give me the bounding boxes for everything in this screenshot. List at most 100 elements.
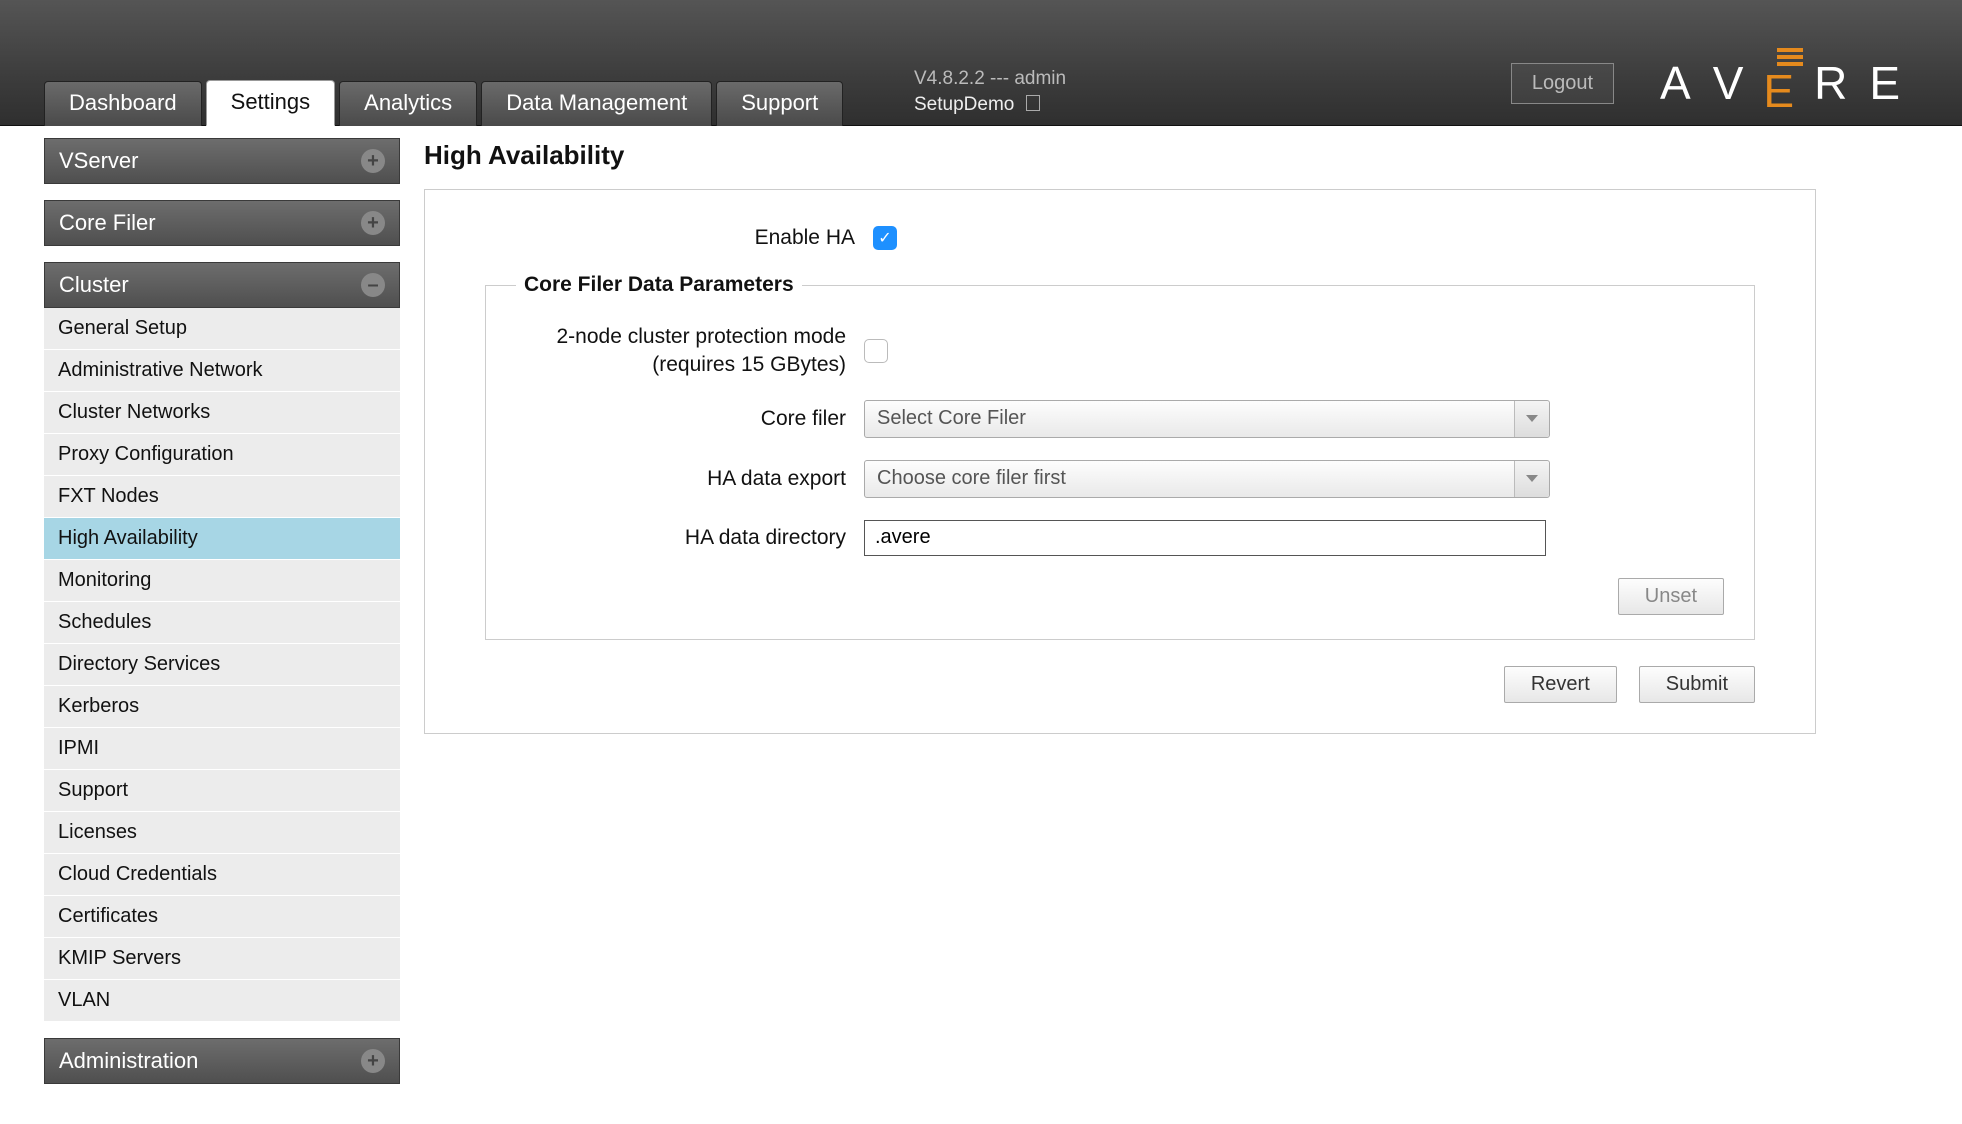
sidebar-item-label: Monitoring (58, 569, 151, 591)
button-label: Submit (1666, 673, 1728, 695)
brand-letter: E (1763, 64, 1816, 118)
sidebar-item-label: General Setup (58, 317, 187, 339)
core-filer-select[interactable]: Select Core Filer (864, 400, 1550, 438)
plus-icon: + (361, 211, 385, 235)
fieldset-legend: Core Filer Data Parameters (516, 273, 802, 297)
tab-support[interactable]: Support (716, 81, 843, 126)
header-cluster-name-line: SetupDemo (914, 92, 1066, 119)
row-enable-ha: Enable HA ✓ (485, 224, 1755, 251)
ha-export-label: HA data export (516, 465, 864, 492)
sidebar-item-fxt-nodes[interactable]: FXT Nodes (44, 476, 400, 518)
select-value: Select Core Filer (877, 407, 1026, 430)
sidebar-item-label: Proxy Configuration (58, 443, 234, 465)
tab-analytics[interactable]: Analytics (339, 81, 477, 126)
sidebar-item-proxy-configuration[interactable]: Proxy Configuration (44, 434, 400, 476)
sidebar-item-general-setup[interactable]: General Setup (44, 308, 400, 350)
sidebar-item-label: IPMI (58, 737, 99, 759)
app-header: Dashboard Settings Analytics Data Manage… (0, 0, 1962, 126)
tab-dashboard[interactable]: Dashboard (44, 81, 202, 126)
row-ha-data-directory: HA data directory (516, 520, 1724, 556)
sidebar-item-directory-services[interactable]: Directory Services (44, 644, 400, 686)
sidebar-item-cluster-networks[interactable]: Cluster Networks (44, 392, 400, 434)
sidebar-item-vlan[interactable]: VLAN (44, 980, 400, 1022)
tab-label: Settings (231, 89, 311, 114)
unset-row: Unset (516, 578, 1724, 615)
sidebar-item-support[interactable]: Support (44, 770, 400, 812)
tab-label: Support (741, 90, 818, 115)
sidebar-item-certificates[interactable]: Certificates (44, 896, 400, 938)
chevron-down-icon (1514, 461, 1549, 497)
button-label: Revert (1531, 673, 1590, 695)
core-filer-label: Core filer (516, 405, 864, 432)
two-node-checkbox[interactable] (864, 339, 888, 363)
two-node-label: 2-node cluster protection mode (requires… (516, 323, 864, 378)
settings-panel: Enable HA ✓ Core Filer Data Parameters 2… (424, 189, 1816, 734)
ha-export-select[interactable]: Choose core filer first (864, 460, 1550, 498)
cluster-name: SetupDemo (914, 94, 1014, 115)
sidebar-item-label: High Availability (58, 527, 198, 549)
sidebar-item-label: Directory Services (58, 653, 220, 675)
core-filer-data-parameters-group: Core Filer Data Parameters 2-node cluste… (485, 273, 1755, 640)
logout-label: Logout (1532, 72, 1593, 94)
row-two-node-mode: 2-node cluster protection mode (requires… (516, 323, 1724, 378)
sidebar-item-kmip-servers[interactable]: KMIP Servers (44, 938, 400, 980)
ha-dir-input[interactable] (864, 520, 1546, 556)
revert-button[interactable]: Revert (1504, 666, 1617, 703)
sidebar: VServer + Core Filer + Cluster – General… (44, 138, 400, 1084)
document-icon[interactable] (1026, 95, 1040, 111)
sidebar-item-ipmi[interactable]: IPMI (44, 728, 400, 770)
main-content: High Availability Enable HA ✓ Core Filer… (424, 138, 1962, 1084)
brand-logo: A V E R E (1660, 48, 1922, 118)
main-tabs: Dashboard Settings Analytics Data Manage… (44, 79, 847, 125)
submit-button[interactable]: Submit (1639, 666, 1755, 703)
sidebar-section-core-filer[interactable]: Core Filer + (44, 200, 400, 246)
logout-button[interactable]: Logout (1511, 63, 1614, 104)
sidebar-item-kerberos[interactable]: Kerberos (44, 686, 400, 728)
enable-ha-checkbox[interactable]: ✓ (873, 226, 897, 250)
plus-icon: + (361, 1049, 385, 1073)
row-core-filer: Core filer Select Core Filer (516, 400, 1724, 438)
tab-label: Analytics (364, 90, 452, 115)
brand-e-icon: E (1763, 48, 1816, 118)
sidebar-section-label: Core Filer (59, 210, 156, 236)
sidebar-section-label: Administration (59, 1048, 198, 1074)
sidebar-item-label: KMIP Servers (58, 947, 181, 969)
brand-letter: A (1660, 56, 1713, 110)
row-ha-data-export: HA data export Choose core filer first (516, 460, 1724, 498)
sidebar-section-administration[interactable]: Administration + (44, 1038, 400, 1084)
sidebar-item-cloud-credentials[interactable]: Cloud Credentials (44, 854, 400, 896)
sidebar-item-label: Licenses (58, 821, 137, 843)
tab-label: Data Management (506, 90, 687, 115)
tab-data-management[interactable]: Data Management (481, 81, 712, 126)
sidebar-item-label: Cloud Credentials (58, 863, 217, 885)
sidebar-item-label: Cluster Networks (58, 401, 210, 423)
sidebar-item-label: Administrative Network (58, 359, 263, 381)
tab-settings[interactable]: Settings (206, 80, 336, 126)
sidebar-item-label: Certificates (58, 905, 158, 927)
sidebar-section-label: VServer (59, 148, 138, 174)
header-info: V4.8.2.2 --- admin SetupDemo (914, 66, 1066, 119)
header-version-line: V4.8.2.2 --- admin (914, 66, 1066, 93)
sidebar-item-label: VLAN (58, 989, 110, 1011)
sidebar-item-schedules[interactable]: Schedules (44, 602, 400, 644)
tab-label: Dashboard (69, 90, 177, 115)
sidebar-item-high-availability[interactable]: High Availability (44, 518, 400, 560)
plus-icon: + (361, 149, 385, 173)
button-label: Unset (1645, 585, 1697, 607)
sidebar-section-vserver[interactable]: VServer + (44, 138, 400, 184)
select-value: Choose core filer first (877, 467, 1066, 490)
sidebar-item-label: FXT Nodes (58, 485, 159, 507)
sidebar-section-cluster[interactable]: Cluster – (44, 262, 400, 308)
sidebar-item-label: Kerberos (58, 695, 139, 717)
body: VServer + Core Filer + Cluster – General… (0, 126, 1962, 1084)
sidebar-item-licenses[interactable]: Licenses (44, 812, 400, 854)
brand-letter: R (1814, 56, 1869, 110)
unset-button[interactable]: Unset (1618, 578, 1724, 615)
sidebar-item-administrative-network[interactable]: Administrative Network (44, 350, 400, 392)
page-title: High Availability (424, 140, 1918, 171)
sidebar-item-monitoring[interactable]: Monitoring (44, 560, 400, 602)
ha-dir-label: HA data directory (516, 524, 864, 551)
brand-letter: V (1713, 56, 1766, 110)
chevron-down-icon (1514, 401, 1549, 437)
enable-ha-label: Enable HA (485, 224, 873, 251)
